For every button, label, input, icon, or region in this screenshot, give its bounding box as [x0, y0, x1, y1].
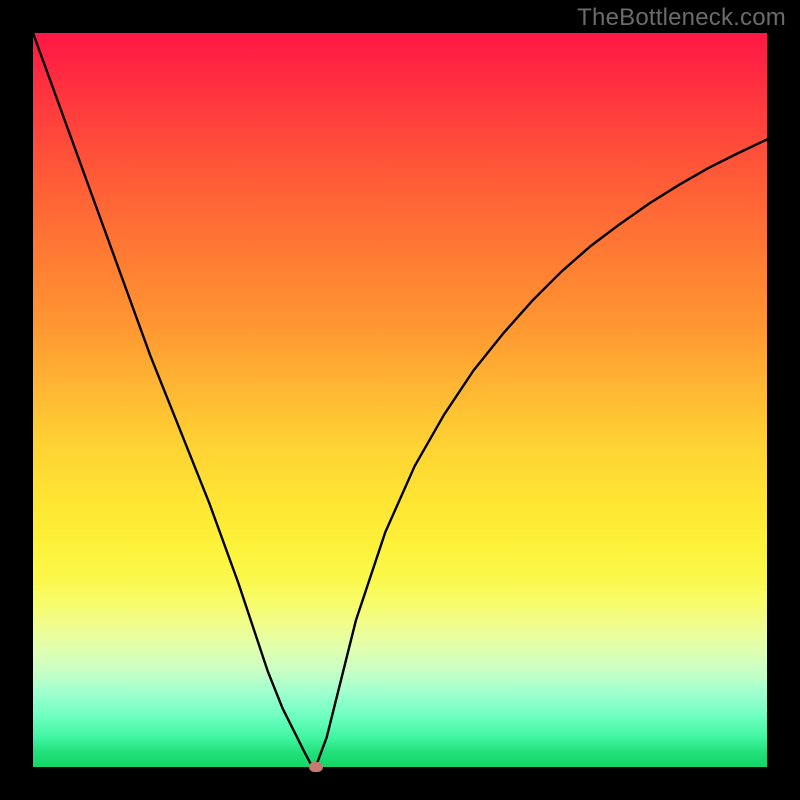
chart-frame: TheBottleneck.com	[0, 0, 800, 800]
optimal-point-marker	[309, 762, 323, 772]
bottleneck-curve	[33, 33, 767, 767]
chart-plot-area	[33, 33, 767, 767]
watermark-text: TheBottleneck.com	[577, 4, 786, 32]
